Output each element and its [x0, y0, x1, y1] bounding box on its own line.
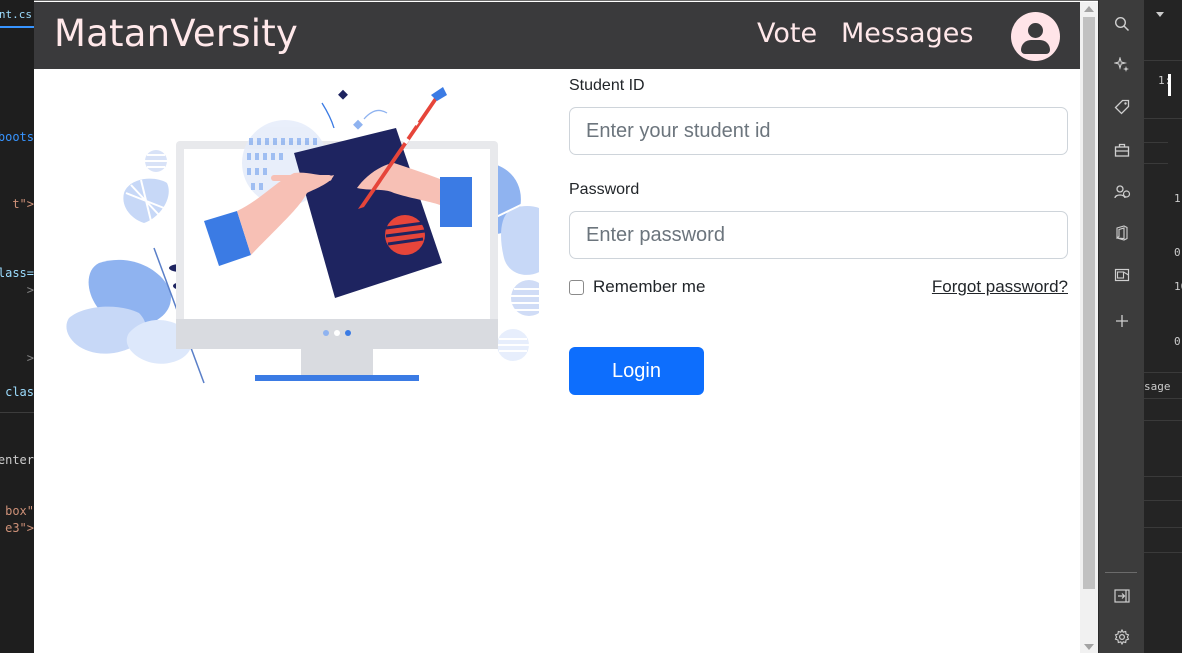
- user-avatar-icon[interactable]: [1011, 12, 1060, 61]
- code-line: box": [5, 504, 34, 518]
- remember-me-label[interactable]: Remember me: [593, 277, 705, 297]
- student-id-input[interactable]: [569, 107, 1068, 155]
- devtools-strip: 1: 1: 0 10 0 sage: [1144, 0, 1182, 653]
- avatar-head: [1028, 23, 1043, 38]
- browser-viewport: MatanVersity Vote Messages Student ID En…: [34, 0, 1098, 653]
- monitor-dot: [323, 330, 329, 336]
- toolbox-icon[interactable]: [1112, 140, 1132, 160]
- student-id-label: Student ID: [569, 77, 645, 94]
- striped-circle: [145, 150, 167, 172]
- monitor-dot: [334, 330, 340, 336]
- code-line: e3">: [5, 521, 34, 535]
- monitor-stand: [301, 349, 373, 375]
- devtools-divider: [1144, 552, 1182, 553]
- nav-link-vote[interactable]: Vote: [757, 18, 817, 49]
- code-line: clas: [5, 385, 34, 399]
- add-icon[interactable]: [1112, 311, 1132, 331]
- devtools-divider: [1144, 372, 1182, 373]
- right-sleeve: [440, 177, 472, 227]
- login-illustration: [66, 87, 539, 384]
- password-input[interactable]: [569, 211, 1068, 259]
- striped-circle: [385, 215, 426, 255]
- devtools-divider: [1144, 163, 1168, 164]
- remember-me-row[interactable]: Remember me: [569, 277, 705, 297]
- code-line: enter: [0, 453, 34, 467]
- sparkle-shape: [353, 119, 363, 130]
- devtools-value: 0: [1174, 335, 1181, 348]
- people-icon[interactable]: [1112, 182, 1132, 202]
- scroll-down-arrow-icon[interactable]: [1084, 644, 1094, 650]
- devtools-divider: [1144, 420, 1182, 421]
- office-icon[interactable]: [1112, 223, 1132, 243]
- devtools-divider: [1144, 476, 1182, 477]
- panel-icon[interactable]: [1112, 586, 1132, 606]
- monitor-dot: [345, 330, 351, 336]
- sparkle-shape: [338, 89, 348, 100]
- password-label: Password: [569, 181, 640, 198]
- sidebar-divider: [1105, 572, 1137, 573]
- editor-tab[interactable]: nt.cs: [0, 8, 34, 28]
- outlook-icon[interactable]: [1112, 265, 1132, 285]
- vertical-scrollbar[interactable]: [1080, 2, 1098, 653]
- search-icon[interactable]: [1112, 14, 1132, 34]
- striped-circle: [497, 329, 529, 361]
- leaf-shape: [501, 206, 539, 275]
- devtools-value: 0: [1174, 246, 1181, 259]
- devtools-divider: [1144, 500, 1182, 501]
- avatar-body: [1021, 40, 1050, 54]
- code-line: lass=: [0, 266, 34, 280]
- remember-me-checkbox[interactable]: [569, 279, 584, 295]
- devtools-label: sage: [1144, 380, 1171, 393]
- tag-icon[interactable]: [1112, 97, 1132, 117]
- devtools-divider: [1144, 60, 1182, 61]
- editor-divider: [0, 412, 34, 413]
- devtools-divider: [1144, 142, 1168, 143]
- editor-tab-label: nt.cs: [0, 8, 32, 21]
- brand-logo[interactable]: MatanVersity: [54, 12, 298, 55]
- code-line: t">: [12, 197, 34, 211]
- devtools-value: 10: [1174, 280, 1182, 293]
- devtools-divider: [1144, 527, 1182, 528]
- scroll-up-arrow-icon[interactable]: [1084, 6, 1094, 12]
- striped-circle: [511, 280, 539, 316]
- code-line: >: [26, 283, 34, 297]
- devtools-value: 1:: [1174, 192, 1182, 205]
- dropdown-arrow-icon[interactable]: [1156, 12, 1164, 17]
- code-line: boots: [0, 130, 34, 144]
- devtools-divider: [1144, 398, 1182, 399]
- code-line: >: [26, 351, 34, 365]
- code-editor-strip: nt.cs boots t"> lass= > > clas enter box…: [0, 0, 34, 653]
- monitor-base: [255, 375, 419, 381]
- login-button[interactable]: Login: [569, 347, 704, 395]
- forgot-password-link[interactable]: Forgot password?: [932, 277, 1068, 297]
- devtools-marker: [1168, 74, 1171, 96]
- settings-icon[interactable]: [1112, 627, 1132, 647]
- devtools-divider: [1144, 118, 1182, 119]
- nav-link-messages[interactable]: Messages: [841, 18, 973, 49]
- navbar: MatanVersity Vote Messages: [34, 2, 1080, 69]
- side-icon-bar: [1098, 0, 1144, 653]
- scrollbar-thumb[interactable]: [1083, 17, 1095, 589]
- sparkle-icon[interactable]: [1112, 55, 1132, 75]
